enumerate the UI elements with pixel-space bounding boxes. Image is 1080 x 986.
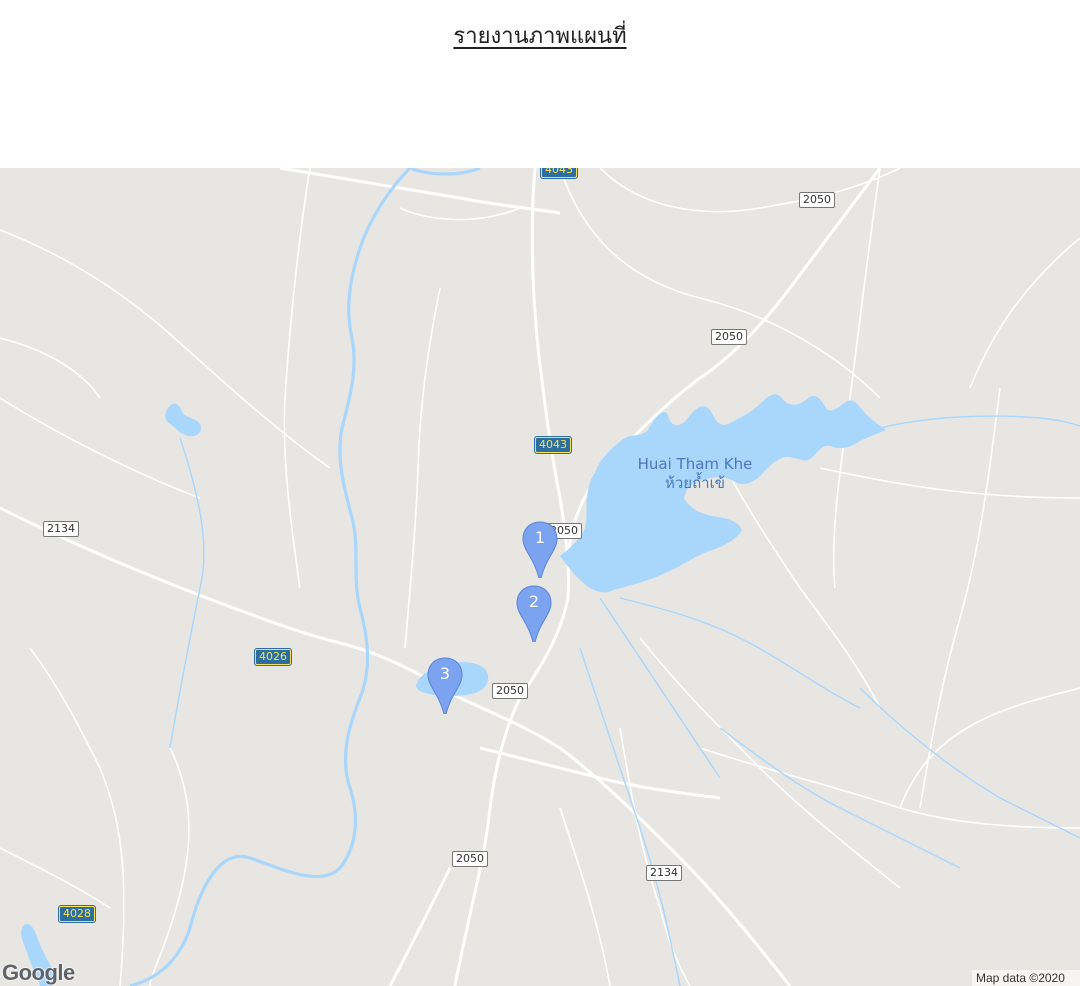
road-shield-4043: 4043 [534, 436, 572, 454]
map-attribution[interactable]: Map data ©2020 [972, 970, 1080, 986]
road-shield-4028: 4028 [58, 905, 96, 923]
map-view[interactable]: 4043 2050 2050 4043 2134 2050 4026 2050 … [0, 168, 1080, 986]
lake-label-th: ห้วยถ้ำเข้ [665, 474, 725, 492]
road-shield-4026: 4026 [254, 648, 292, 666]
google-logo[interactable]: Google [2, 960, 75, 986]
road-shield-2050: 2050 [799, 192, 835, 208]
road-shield-2050: 2050 [711, 329, 747, 345]
road-shield-2134: 2134 [646, 865, 682, 881]
map-marker-1[interactable]: 1 [520, 520, 560, 578]
marker-label: 1 [534, 528, 546, 547]
lake-label: Huai Tham Khe ห้วยถ้ำเข้ [620, 455, 770, 493]
road-shield-2050: 2050 [452, 851, 488, 867]
marker-label: 2 [528, 592, 540, 611]
report-title: รายงานภาพแผนที่ [453, 24, 627, 49]
marker-label: 3 [439, 664, 451, 683]
road-shield-4043: 4043 [540, 168, 578, 179]
map-marker-2[interactable]: 2 [514, 584, 554, 642]
lake-label-en: Huai Tham Khe [637, 455, 753, 473]
road-shield-2050: 2050 [492, 683, 528, 699]
map-marker-3[interactable]: 3 [425, 656, 465, 714]
report-page: รายงานภาพแผนที่ 4043 2050 2050 4043 2134… [0, 0, 1080, 986]
road-shield-2134: 2134 [43, 521, 79, 537]
